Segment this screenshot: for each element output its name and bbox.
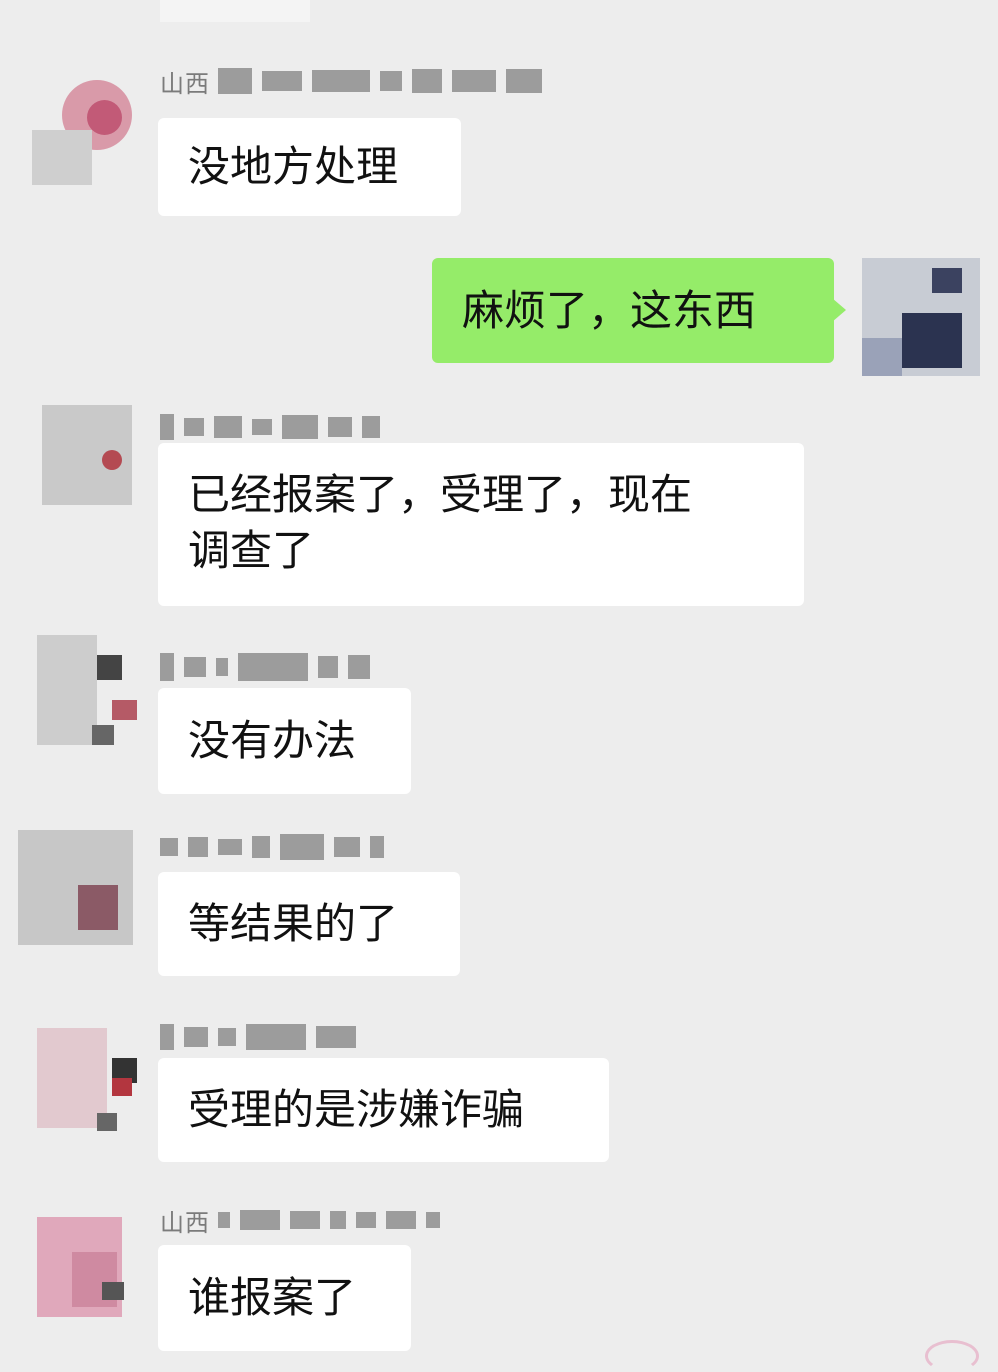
contact-avatar[interactable] (32, 395, 142, 513)
sender-name (160, 412, 390, 442)
decorative-curl (925, 1340, 979, 1372)
message-text: 等结果的了 (188, 899, 399, 948)
sender-name: 山西 (160, 66, 552, 98)
my-avatar[interactable] (862, 258, 980, 376)
contact-avatar[interactable] (32, 70, 142, 188)
message-text: 麻烦了，这东西 (462, 285, 757, 335)
top-blurred-strip (160, 0, 310, 22)
sender-name (160, 832, 394, 862)
message-bubble-incoming[interactable]: 已经报案了，受理了，现在 调查了 (158, 443, 804, 606)
message-text: 受理的是涉嫌诈骗 (188, 1085, 525, 1134)
message-text: 已经报案了，受理了，现在 调查了 (188, 470, 693, 575)
contact-avatar[interactable] (8, 815, 143, 950)
message-text: 没有办法 (188, 716, 357, 765)
sender-name (160, 1022, 366, 1052)
sender-name: 山西 (160, 1205, 450, 1237)
sender-prefix: 山西 (160, 69, 210, 98)
message-text: 谁报案了 (188, 1273, 357, 1322)
message-bubble-incoming[interactable]: 谁报案了 (158, 1245, 411, 1351)
contact-avatar[interactable] (32, 1018, 142, 1136)
message-text: 没地方处理 (188, 142, 399, 191)
contact-avatar[interactable] (32, 630, 142, 748)
message-bubble-outgoing[interactable]: 麻烦了，这东西 (432, 258, 846, 363)
sender-name (160, 652, 380, 682)
message-bubble-incoming[interactable]: 受理的是涉嫌诈骗 (158, 1058, 609, 1162)
message-bubble-incoming[interactable]: 等结果的了 (158, 872, 460, 976)
message-bubble-incoming[interactable]: 没地方处理 (158, 118, 461, 216)
contact-avatar[interactable] (32, 1212, 142, 1330)
message-bubble-incoming[interactable]: 没有办法 (158, 688, 411, 794)
sender-prefix: 山西 (160, 1208, 210, 1237)
